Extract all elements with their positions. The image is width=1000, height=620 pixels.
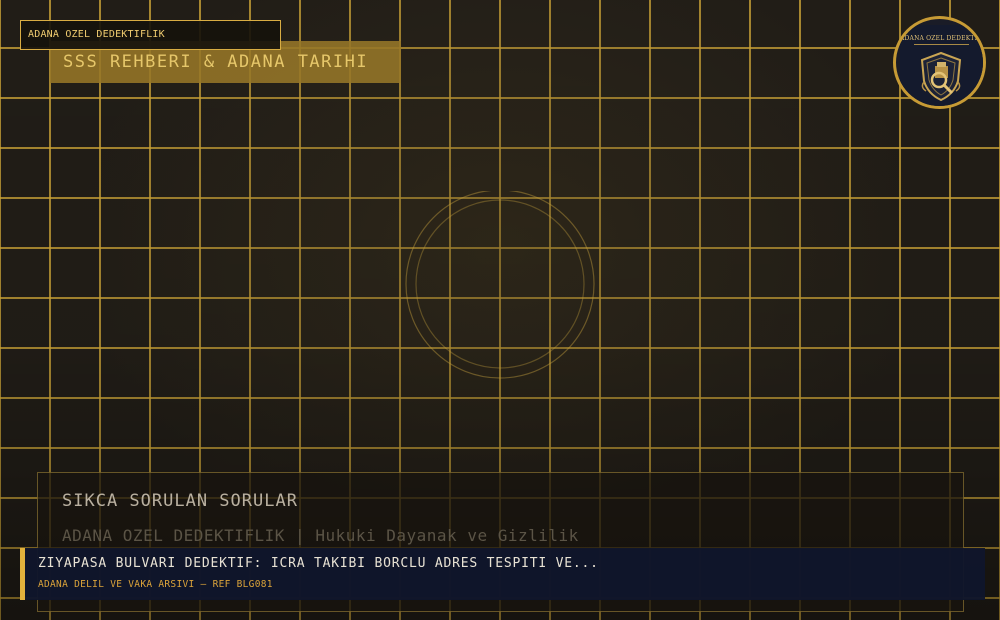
logo-text: ADANA OZEL DEDEKTIFLIK (900, 35, 986, 42)
brand-tag: ADANA OZEL DEDEKTIFLIK (20, 20, 281, 50)
shield-magnifier-icon (920, 51, 962, 102)
news-ticker[interactable]: ZIYAPASA BULVARI DEDEKTIF: ICRA TAKIBI B… (20, 548, 985, 600)
hero-stage: ADANA OZEL DEDEKTIFLIK SSS REHBERI & ADA… (0, 0, 1000, 620)
ticker-headline[interactable]: ZIYAPASA BULVARI DEDEKTIF: ICRA TAKIBI B… (38, 556, 599, 571)
logo-divider (914, 44, 969, 45)
faq-subtitle: ADANA OZEL DEDEKTIFLIK | Hukuki Dayanak … (62, 526, 579, 545)
logo-badge[interactable]: ADANA OZEL DEDEKTIFLIK (893, 16, 986, 109)
concentric-rings-icon (405, 191, 595, 379)
logo-emblem: ADANA OZEL DEDEKTIFLIK (900, 25, 986, 106)
banner-title: SSS REHBERI & ADANA TARIHI (63, 52, 369, 72)
ticker-reference: ADANA DELIL VE VAKA ARSIVI — REF BLG081 (38, 579, 273, 590)
faq-title: SIKCA SORULAN SORULAR (62, 491, 298, 511)
